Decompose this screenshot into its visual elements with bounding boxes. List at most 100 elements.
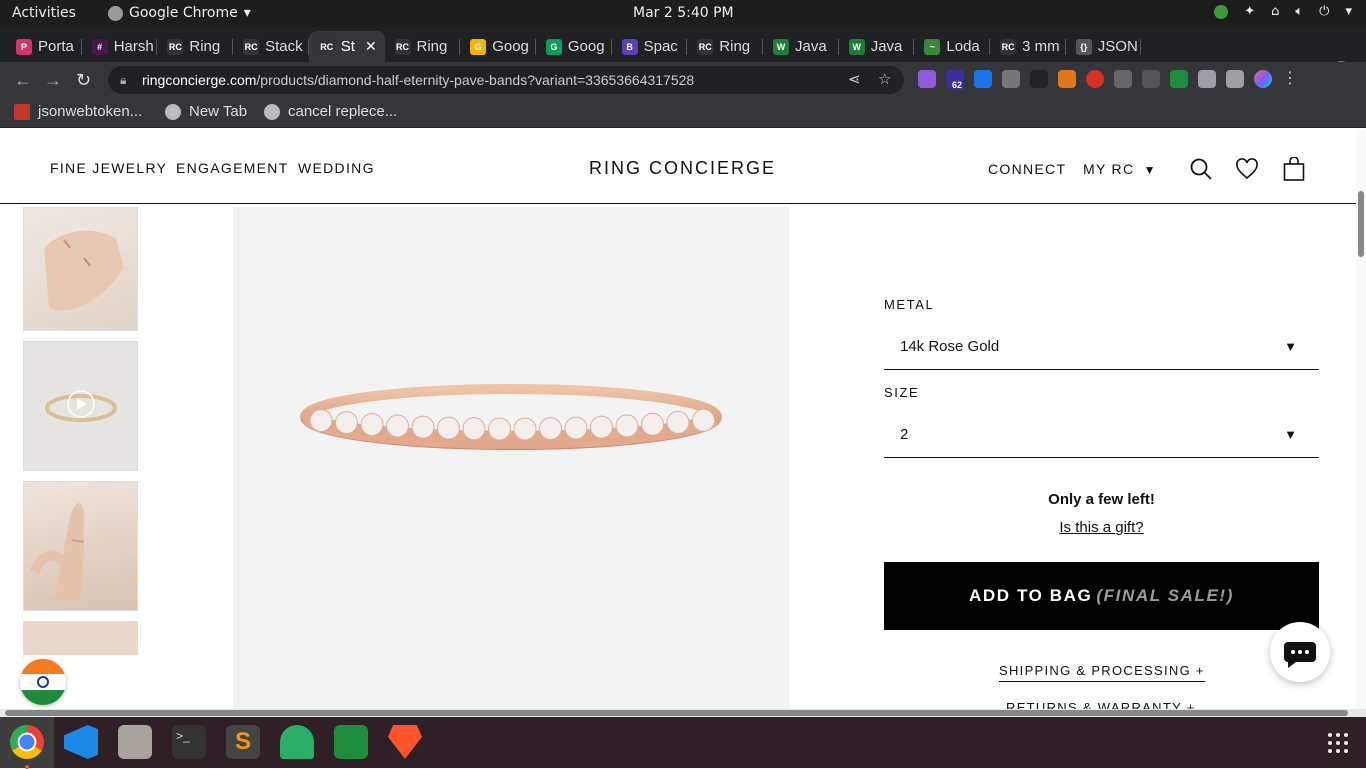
extension-i-icon[interactable] — [1114, 70, 1132, 88]
nav-engagement[interactable]: ENGAGEMENT — [176, 160, 289, 176]
tab-favicon-icon: RC — [697, 39, 713, 55]
site-logo[interactable]: RING CONCIERGE — [589, 158, 776, 179]
browser-tab[interactable]: WJava — [763, 31, 839, 62]
hand-photo — [24, 482, 137, 610]
extension-screen-icon[interactable] — [974, 70, 992, 88]
volume-icon[interactable]: 🔈︎ — [1295, 4, 1303, 19]
terminal-dock-icon[interactable]: >_ — [172, 725, 206, 759]
dropbox-icon[interactable]: ✦ — [1244, 4, 1255, 19]
metal-select[interactable]: 14k Rose Gold▼ — [884, 324, 1319, 370]
browser-tab[interactable]: RCRing — [687, 31, 763, 62]
scrollbar-thumb[interactable] — [5, 710, 1348, 716]
thumbnail-hand-image[interactable] — [23, 481, 138, 611]
taskbar-dock: >_ S — [0, 717, 1366, 768]
extension-badge-icon[interactable]: 62 — [946, 70, 964, 88]
url-host: ringconcierge.com — [142, 72, 256, 88]
brave-dock-icon[interactable] — [388, 725, 422, 759]
wishlist-heart-icon[interactable] — [1235, 157, 1259, 181]
clock[interactable]: Mar 2 5:40 PM — [633, 5, 734, 21]
browser-tab[interactable]: {}JSON — [1066, 31, 1142, 62]
files-dock-icon[interactable] — [118, 725, 152, 759]
reload-button[interactable]: ↻ — [76, 70, 91, 91]
browser-tab[interactable]: #Harsh — [82, 31, 158, 62]
close-tab-icon[interactable]: ✕ — [365, 38, 377, 55]
chat-widget-button[interactable] — [1270, 622, 1330, 682]
horizontal-scrollbar[interactable] — [0, 709, 1366, 717]
share-icon[interactable]: ⋖ — [848, 66, 861, 94]
camera-icon[interactable] — [1142, 70, 1160, 88]
browser-tab[interactable]: RCStack — [233, 31, 309, 62]
extension-eyedropper-icon[interactable] — [1002, 70, 1020, 88]
bookmark-item[interactable]: New Tab — [165, 103, 247, 120]
nav-wedding[interactable]: WEDDING — [298, 160, 375, 176]
extension-red-icon[interactable] — [1086, 70, 1104, 88]
browser-tab[interactable]: PPorta — [6, 31, 82, 62]
size-select[interactable]: 2▼ — [884, 412, 1319, 458]
thumbnail-hand-image[interactable] — [23, 207, 138, 331]
forward-button[interactable]: → — [44, 70, 62, 91]
tab-label: 3 mm — [1022, 38, 1060, 55]
react-devtools-icon[interactable] — [1030, 70, 1048, 88]
diamond-stone — [565, 417, 587, 439]
nav-my-rc[interactable]: MY RC ▼ — [1083, 161, 1157, 177]
chrome-dock-icon[interactable] — [10, 725, 44, 759]
add-to-bag-button[interactable]: ADD TO BAG(FINAL SALE!) — [884, 562, 1319, 630]
browser-tab[interactable]: RCRing — [157, 31, 233, 62]
web-page: FINE JEWELRY ENGAGEMENT WEDDING RING CON… — [0, 129, 1366, 709]
menu-kebab-icon[interactable]: ⋮ — [1282, 70, 1300, 88]
gitkraken-dock-icon[interactable] — [280, 725, 314, 759]
app-menu[interactable]: Google Chrome ▾ — [108, 5, 251, 21]
vscode-dock-icon[interactable] — [64, 725, 98, 759]
profile-avatar[interactable] — [1254, 70, 1272, 88]
system-tray[interactable]: ✦ ⌂ 🔈︎ ⏻ ▾ — [1214, 4, 1352, 19]
diamond-stone — [642, 413, 664, 435]
spreadsheet-dock-icon[interactable] — [334, 725, 368, 759]
shopping-bag-icon[interactable] — [1283, 157, 1305, 181]
browser-tab[interactable]: GGoog — [460, 31, 536, 62]
nav-connect[interactable]: CONNECT — [988, 161, 1066, 177]
browser-tab[interactable]: WJava — [839, 31, 915, 62]
activities-button[interactable]: Activities — [12, 5, 76, 21]
scrollbar-thumb[interactable] — [1358, 191, 1364, 257]
sublime-dock-icon[interactable]: S — [226, 725, 260, 759]
metamask-icon[interactable] — [1058, 70, 1076, 88]
address-bar[interactable]: 🔒︎ ringconcierge.com/products/diamond-ha… — [108, 66, 904, 94]
browser-tab[interactable]: GGoog — [536, 31, 612, 62]
bookmark-item[interactable]: jsonwebtoken... — [14, 103, 142, 120]
returns-accordion[interactable]: RETURNS & WARRANTY + — [1006, 700, 1196, 709]
tab-label: JSON — [1098, 38, 1138, 55]
bookmark-label: New Tab — [189, 103, 247, 120]
side-panel-icon[interactable] — [1226, 70, 1244, 88]
chevron-down-icon[interactable]: ▾ — [1345, 4, 1352, 19]
network-icon[interactable]: ⌂ — [1271, 4, 1279, 19]
search-icon[interactable] — [1189, 157, 1213, 181]
browser-tab[interactable]: ~Loda — [914, 31, 990, 62]
shipping-accordion[interactable]: SHIPPING & PROCESSING + — [999, 663, 1205, 682]
extensions-puzzle-icon[interactable] — [1198, 70, 1216, 88]
tab-favicon-icon: W — [773, 39, 789, 55]
update-icon[interactable] — [1214, 5, 1228, 19]
lock-icon[interactable]: 🔒︎ — [120, 66, 126, 94]
download-icon[interactable] — [1170, 70, 1188, 88]
thumbnail-video[interactable] — [23, 341, 138, 471]
nav-fine-jewelry[interactable]: FINE JEWELRY — [50, 160, 167, 176]
main-product-image[interactable] — [233, 207, 789, 709]
tab-favicon-icon: RC — [319, 39, 335, 55]
size-label: SIZE — [884, 385, 919, 400]
gift-link[interactable]: Is this a gift? — [884, 519, 1319, 536]
browser-tab[interactable]: RCRing — [385, 31, 461, 62]
browser-tab[interactable]: RCSt✕ — [309, 31, 385, 62]
bookmark-star-icon[interactable]: ☆ — [878, 66, 891, 94]
back-button[interactable]: ← — [14, 70, 32, 91]
thumbnail-hand-image[interactable] — [23, 621, 138, 655]
extension-badge-count: 62 — [950, 80, 964, 90]
extension-feather-icon[interactable] — [918, 70, 936, 88]
my-rc-caret-icon: ▼ — [1144, 163, 1157, 177]
bookmark-item[interactable]: cancel replece... — [264, 103, 397, 120]
country-flag-india-icon[interactable] — [20, 659, 66, 705]
power-icon[interactable]: ⏻ — [1319, 4, 1329, 19]
show-apps-grid-icon[interactable] — [1328, 733, 1348, 753]
browser-tab[interactable]: BSpac — [612, 31, 688, 62]
vertical-scrollbar[interactable] — [1356, 129, 1366, 709]
browser-tab[interactable]: RC3 mm — [990, 31, 1066, 62]
